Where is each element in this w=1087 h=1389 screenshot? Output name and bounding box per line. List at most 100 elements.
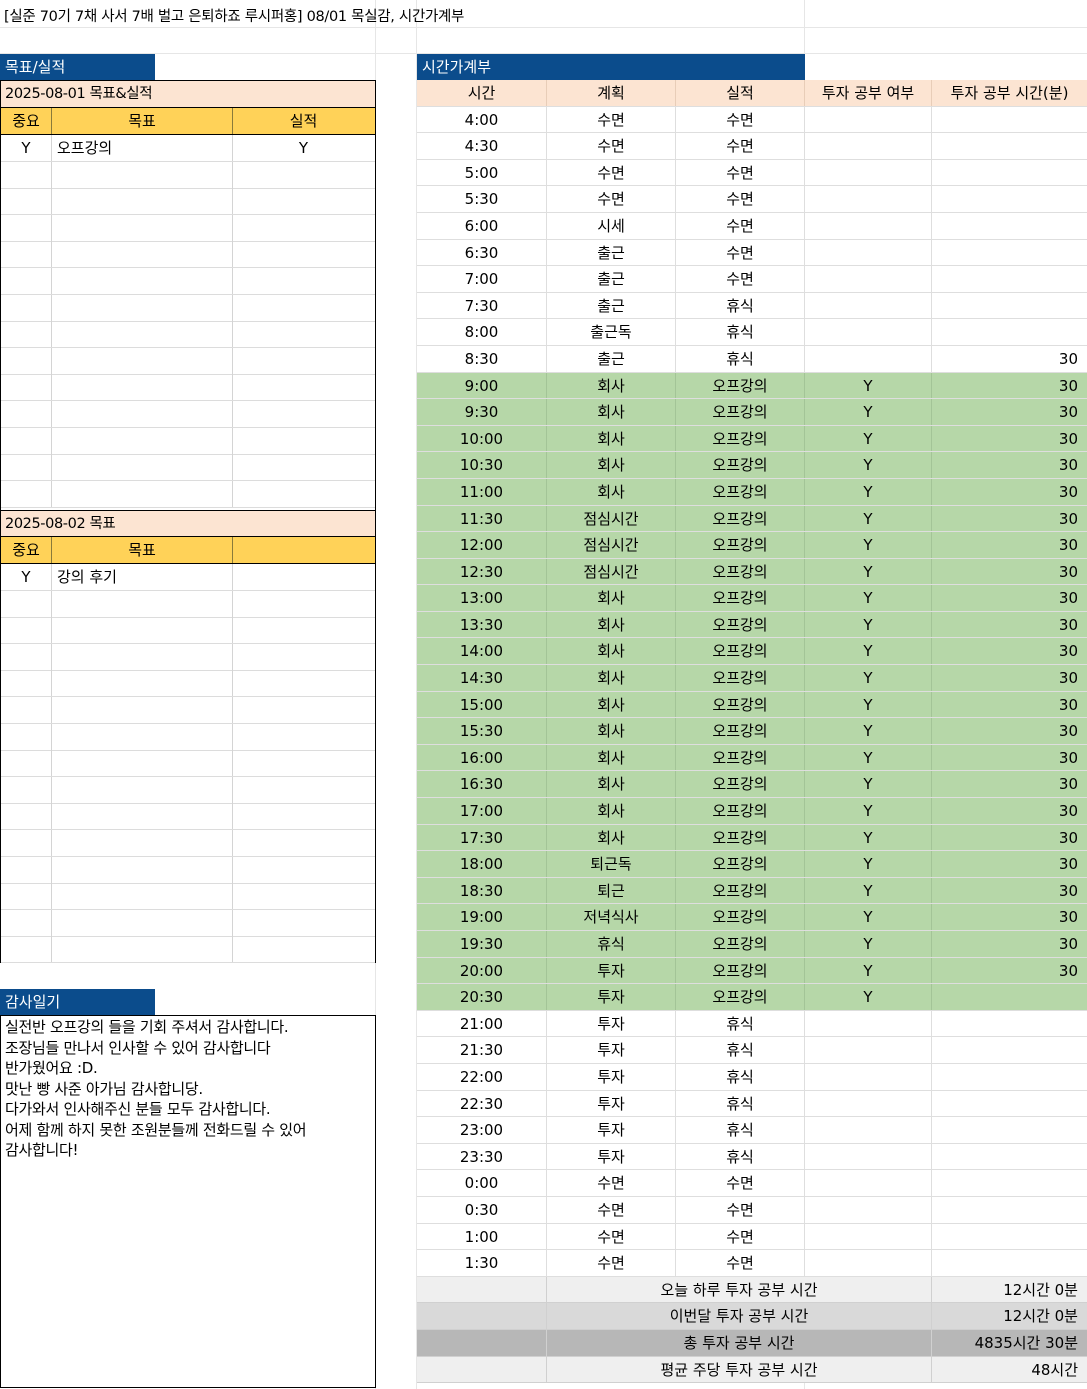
goal-important-cell[interactable] <box>1 374 52 401</box>
goal-row[interactable] <box>1 268 375 295</box>
actual-cell[interactable]: 휴식 <box>676 292 805 319</box>
ledger-row[interactable]: 9:30 회사 오프강의 Y 30 <box>417 399 1087 426</box>
plan-cell[interactable]: 수면 <box>547 1196 676 1223</box>
goal-text-cell[interactable] <box>52 268 233 294</box>
study-flag-cell[interactable]: Y <box>805 851 932 877</box>
goal-text-cell[interactable] <box>52 454 233 481</box>
actual-cell[interactable]: 오프강의 <box>676 957 805 984</box>
actual-cell[interactable]: 휴식 <box>676 1090 805 1117</box>
goal-result-cell[interactable] <box>233 936 374 962</box>
actual-cell[interactable]: 오프강의 <box>676 771 805 798</box>
actual-cell[interactable]: 오프강의 <box>676 798 805 824</box>
study-minutes-cell[interactable]: 30 <box>932 718 1087 744</box>
goal-result-cell[interactable]: Y <box>233 135 374 161</box>
goal-row[interactable] <box>1 374 375 402</box>
goal-important-cell[interactable] <box>1 643 52 670</box>
time-cell[interactable]: 19:00 <box>417 904 547 930</box>
study-minutes-cell[interactable] <box>932 1224 1087 1250</box>
study-flag-cell[interactable]: Y <box>805 665 932 691</box>
ledger-row[interactable]: 22:00 투자 휴식 <box>417 1063 1087 1091</box>
study-flag-cell[interactable] <box>805 133 932 159</box>
time-cell[interactable]: 15:00 <box>417 691 547 718</box>
time-cell[interactable]: 10:30 <box>417 452 547 478</box>
study-flag-cell[interactable]: Y <box>805 425 932 452</box>
actual-cell[interactable]: 수면 <box>676 106 805 133</box>
ledger-row[interactable]: 19:30 휴식 오프강의 Y 30 <box>417 931 1087 958</box>
goal-result-cell[interactable] <box>233 401 374 427</box>
ledger-row[interactable]: 6:00 시세 수면 <box>417 212 1087 240</box>
study-flag-cell[interactable] <box>805 1063 932 1090</box>
plan-cell[interactable]: 회사 <box>547 824 676 851</box>
time-cell[interactable]: 22:00 <box>417 1063 547 1090</box>
goal-text-cell[interactable] <box>52 776 233 803</box>
goal-result-cell[interactable] <box>233 697 374 723</box>
time-cell[interactable]: 18:30 <box>417 877 547 904</box>
actual-cell[interactable]: 수면 <box>676 133 805 159</box>
plan-cell[interactable]: 회사 <box>547 718 676 744</box>
plan-cell[interactable]: 회사 <box>547 611 676 638</box>
study-minutes-cell[interactable] <box>932 186 1087 212</box>
actual-cell[interactable]: 오프강의 <box>676 478 805 505</box>
plan-cell[interactable]: 퇴근 <box>547 877 676 904</box>
actual-cell[interactable]: 수면 <box>676 1250 805 1276</box>
plan-cell[interactable]: 회사 <box>547 771 676 798</box>
goal-important-cell[interactable] <box>1 268 52 294</box>
goal-row[interactable] <box>1 643 375 671</box>
goal-row[interactable] <box>1 480 375 508</box>
plan-cell[interactable]: 회사 <box>547 478 676 505</box>
plan-cell[interactable]: 투자 <box>547 984 676 1010</box>
time-cell[interactable]: 22:30 <box>417 1090 547 1117</box>
study-minutes-cell[interactable]: 30 <box>932 399 1087 425</box>
study-flag-cell[interactable] <box>805 266 932 292</box>
time-cell[interactable]: 9:30 <box>417 399 547 425</box>
goal-important-cell[interactable] <box>1 214 52 241</box>
goal-row[interactable] <box>1 347 375 375</box>
goal-text-cell[interactable] <box>52 723 233 750</box>
study-minutes-cell[interactable] <box>932 1197 1087 1223</box>
plan-cell[interactable]: 회사 <box>547 638 676 665</box>
ledger-row[interactable]: 13:00 회사 오프강의 Y 30 <box>417 585 1087 612</box>
plan-cell[interactable]: 수면 <box>547 133 676 159</box>
goal-text-cell[interactable] <box>52 909 233 936</box>
study-minutes-cell[interactable]: 30 <box>932 585 1087 611</box>
study-minutes-cell[interactable]: 30 <box>932 479 1087 505</box>
ledger-row[interactable]: 13:30 회사 오프강의 Y 30 <box>417 611 1087 639</box>
goal-important-cell[interactable] <box>1 856 52 883</box>
time-cell[interactable]: 17:30 <box>417 824 547 851</box>
study-minutes-cell[interactable] <box>932 266 1087 292</box>
study-flag-cell[interactable]: Y <box>805 957 932 984</box>
goal-result-cell[interactable] <box>233 644 374 670</box>
goal-result-cell[interactable] <box>233 241 374 267</box>
goal-important-cell[interactable] <box>1 617 52 644</box>
goal-important-cell[interactable] <box>1 830 52 856</box>
study-minutes-cell[interactable] <box>932 1064 1087 1090</box>
study-minutes-cell[interactable]: 30 <box>932 612 1087 638</box>
goal-row[interactable] <box>1 161 375 189</box>
study-flag-cell[interactable]: Y <box>805 904 932 930</box>
goal-result-cell[interactable] <box>233 295 374 321</box>
actual-cell[interactable]: 오프강의 <box>676 904 805 930</box>
goal-result-cell[interactable] <box>233 188 374 214</box>
study-flag-cell[interactable]: Y <box>805 824 932 851</box>
ledger-row[interactable]: 14:00 회사 오프강의 Y 30 <box>417 638 1087 666</box>
goal-result-cell[interactable] <box>233 454 374 480</box>
actual-cell[interactable]: 오프강의 <box>676 638 805 665</box>
plan-cell[interactable]: 투자 <box>547 1010 676 1037</box>
time-cell[interactable]: 8:30 <box>417 345 547 372</box>
goal-result-cell[interactable] <box>233 830 374 856</box>
time-cell[interactable]: 13:30 <box>417 611 547 638</box>
ledger-row[interactable]: 23:30 투자 휴식 <box>417 1143 1087 1171</box>
goal-important-cell[interactable] <box>1 776 52 803</box>
goal-row[interactable] <box>1 909 375 937</box>
time-cell[interactable]: 4:30 <box>417 133 547 159</box>
ledger-row[interactable]: 0:30 수면 수면 <box>417 1196 1087 1224</box>
plan-cell[interactable]: 투자 <box>547 1090 676 1117</box>
goal-row[interactable] <box>1 670 375 698</box>
goal-result-cell[interactable] <box>233 883 374 909</box>
goal-important-cell[interactable] <box>1 670 52 697</box>
ledger-row[interactable]: 7:00 출근 수면 <box>417 266 1087 293</box>
study-flag-cell[interactable] <box>805 186 932 212</box>
ledger-row[interactable]: 17:00 회사 오프강의 Y 30 <box>417 798 1087 825</box>
ledger-row[interactable]: 12:00 점심시간 오프강의 Y 30 <box>417 532 1087 559</box>
plan-cell[interactable]: 수면 <box>547 159 676 186</box>
